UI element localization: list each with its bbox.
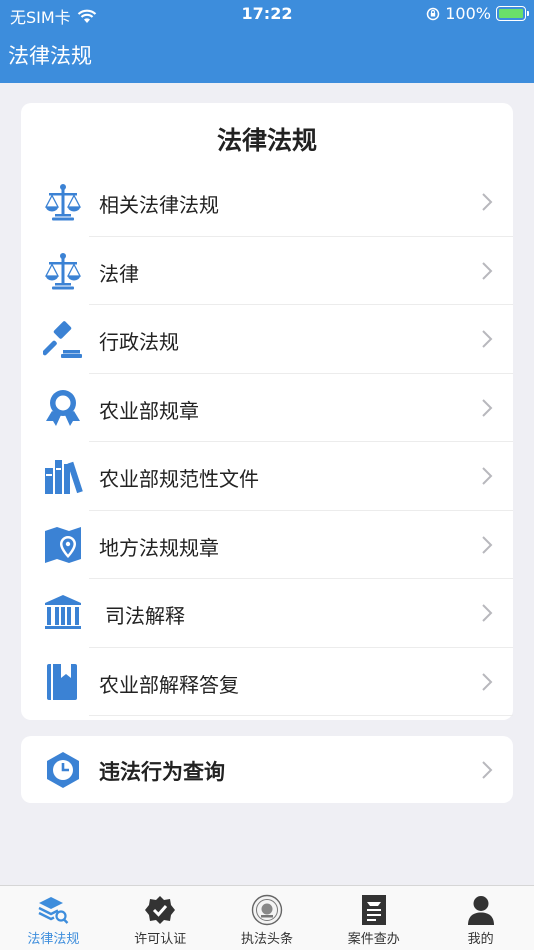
list-item-administrative-regulations[interactable]: 行政法规 [21, 305, 513, 374]
gavel-icon [43, 321, 82, 358]
list-item-label: 农业部规范性文件 [99, 467, 259, 491]
scales-icon [44, 184, 82, 221]
list-item-ministry-normative-documents[interactable]: 农业部规范性文件 [21, 442, 513, 511]
verified-badge-icon [145, 896, 176, 924]
laws-list: 相关法律法规 法律 行政法规 农业部规章 农业部规范性文件 地方法规规章 司法解… [21, 168, 513, 716]
list-item-label: 司法解释 [105, 604, 185, 628]
tab-cases[interactable]: 案件查办 [320, 886, 427, 950]
award-ribbon-icon [46, 389, 80, 426]
list-item-label: 农业部规章 [99, 398, 199, 423]
tab-mine[interactable]: 我的 [427, 886, 534, 950]
chevron-right-icon [482, 261, 493, 280]
list-item-label: 行政法规 [99, 330, 179, 354]
tab-laws[interactable]: 法律法规 [0, 886, 107, 950]
status-right: 100% [426, 4, 529, 23]
list-item-label: 法律 [99, 261, 139, 286]
tab-label: 执法头条 [240, 932, 293, 947]
chevron-right-icon [482, 672, 493, 691]
card-title: 法律法规 [216, 126, 317, 155]
row-divider [89, 715, 513, 716]
layers-search-icon [38, 897, 69, 924]
person-icon [467, 896, 494, 925]
tab-label: 许可认证 [134, 932, 187, 947]
nav-bar: 法律法规 [0, 28, 534, 83]
list-item-ministry-rules[interactable]: 农业部规章 [21, 374, 513, 442]
list-item-related-laws[interactable]: 相关法律法规 [21, 168, 513, 237]
map-pin-icon [45, 526, 81, 563]
violation-query-card[interactable]: 违法行为查询 [21, 736, 513, 803]
nav-title: 法律法规 [8, 44, 92, 68]
rotation-lock-icon [427, 7, 440, 20]
chevron-right-icon [482, 535, 493, 554]
list-item-local-regulations[interactable]: 地方法规规章 [21, 511, 513, 579]
scales-icon [44, 252, 82, 289]
tab-label: 案件查办 [347, 932, 400, 947]
clock-hexagon-icon [47, 752, 79, 788]
tab-label: 法律法规 [27, 932, 80, 947]
tab-license[interactable]: 许可认证 [107, 886, 214, 950]
tab-bar: 法律法规 许可认证 执法头条 案件查办 我的 [0, 885, 534, 950]
laws-card: 法律法规 相关法律法规 法律 行政法规 农业部规章 农业部规范性文件 地方法规规… [21, 103, 513, 720]
list-item-label: 农业部解释答复 [99, 672, 239, 697]
emblem-seal-icon [251, 894, 283, 926]
chevron-right-icon [482, 467, 493, 485]
battery-percent: 100% [445, 4, 491, 23]
books-icon [45, 460, 83, 494]
list-item-label: 相关法律法规 [99, 193, 219, 217]
bookmark-book-icon [47, 663, 77, 700]
chevron-right-icon [482, 761, 493, 779]
list-item-judicial-interpretation[interactable]: 司法解释 [21, 579, 513, 648]
tab-headlines[interactable]: 执法头条 [214, 886, 321, 950]
chevron-right-icon [482, 330, 493, 348]
list-item-label: 地方法规规章 [99, 535, 219, 560]
violation-query-label: 违法行为查询 [99, 760, 225, 784]
tab-label: 我的 [467, 932, 494, 947]
courthouse-icon [45, 595, 81, 629]
list-item-laws[interactable]: 法律 [21, 237, 513, 305]
list-item-ministry-interpretation-replies[interactable]: 农业部解释答复 [21, 648, 513, 716]
chevron-right-icon [482, 193, 493, 211]
document-icon [361, 895, 386, 925]
status-bar: 无SIM卡 17:22 100% [0, 0, 534, 28]
chevron-right-icon [482, 398, 493, 417]
battery-icon [496, 6, 529, 21]
chevron-right-icon [482, 604, 493, 622]
